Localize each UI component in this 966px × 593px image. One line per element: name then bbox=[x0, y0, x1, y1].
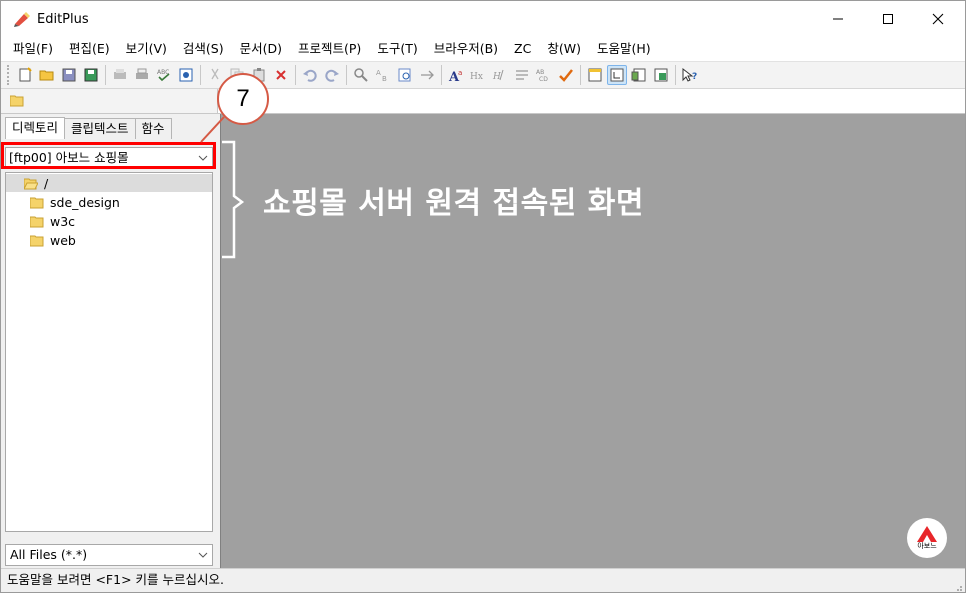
minimize-button[interactable] bbox=[813, 1, 863, 37]
go-to-line-icon[interactable] bbox=[417, 65, 437, 85]
svg-text:Hx: Hx bbox=[470, 72, 483, 82]
toolbar-separator bbox=[346, 65, 347, 85]
tree-item-label: web bbox=[50, 232, 76, 248]
tree-item-w3c[interactable]: w3c bbox=[6, 212, 75, 230]
brand-logo: 아보느 bbox=[907, 518, 947, 558]
menu-search[interactable]: 검색(S) bbox=[175, 38, 232, 60]
menu-browser[interactable]: 브라우저(B) bbox=[426, 38, 506, 60]
directory-panel: 디렉토리 클립텍스트 함수 [ftp00] 아보느 쇼핑몰 / sde_desi… bbox=[1, 114, 217, 568]
title-bar: EditPlus bbox=[1, 1, 965, 37]
folder-icon[interactable] bbox=[9, 94, 24, 110]
svg-text:CD: CD bbox=[539, 76, 548, 83]
close-button[interactable] bbox=[913, 1, 963, 37]
menu-edit[interactable]: 편집(E) bbox=[61, 38, 118, 60]
menu-zc[interactable]: ZC bbox=[506, 38, 539, 60]
tab-directory[interactable]: 디렉토리 bbox=[5, 117, 66, 139]
annotation-caption: 쇼핑몰 서버 원격 접속된 화면 bbox=[263, 186, 644, 221]
brand-logo-mark bbox=[917, 525, 937, 542]
svg-text:H: H bbox=[492, 72, 501, 82]
print-icon[interactable] bbox=[132, 65, 152, 85]
svg-text:AB: AB bbox=[536, 69, 544, 76]
toolbar-separator bbox=[580, 65, 581, 85]
word-wrap-icon[interactable] bbox=[512, 65, 532, 85]
tab-functions[interactable]: 함수 bbox=[134, 118, 172, 139]
check-icon[interactable] bbox=[556, 65, 576, 85]
svg-text:a: a bbox=[458, 69, 462, 77]
find-in-files-icon[interactable] bbox=[395, 65, 415, 85]
menu-project[interactable]: 프로젝트(P) bbox=[290, 38, 369, 60]
step-number-badge: 7 bbox=[217, 73, 269, 125]
svg-text:?: ? bbox=[692, 72, 697, 82]
step-number: 7 bbox=[236, 85, 250, 112]
output-window-icon[interactable] bbox=[651, 65, 671, 85]
delete-icon[interactable] bbox=[271, 65, 291, 85]
tab-cliptext[interactable]: 클립텍스트 bbox=[64, 118, 136, 139]
toolbar-separator bbox=[295, 65, 296, 85]
menu-file[interactable]: 파일(F) bbox=[5, 38, 61, 60]
status-bar: 도움말을 보려면 <F1> 키를 누르십시오. bbox=[1, 568, 965, 593]
folder-icon bbox=[29, 234, 44, 247]
save-all-icon[interactable] bbox=[81, 65, 101, 85]
editplus-app-icon bbox=[13, 11, 31, 27]
folder-icon bbox=[29, 215, 44, 228]
tree-item-web[interactable]: web bbox=[6, 231, 76, 249]
menu-tools[interactable]: 도구(T) bbox=[369, 38, 425, 60]
panel-tabs: 디렉토리 클립텍스트 함수 bbox=[5, 117, 172, 139]
line-number-icon[interactable]: AB CD bbox=[534, 65, 554, 85]
browser-preview-icon[interactable] bbox=[176, 65, 196, 85]
maximize-button[interactable] bbox=[863, 1, 913, 37]
window-icon[interactable] bbox=[585, 65, 605, 85]
file-filter-value: All Files (*.*) bbox=[10, 547, 88, 562]
editplus-window: EditPlus 파일(F) 편집(E) 보기(V) 검색(S) 문서(D) 프… bbox=[0, 0, 966, 593]
status-text: 도움말을 보려면 <F1> 키를 누르십시오. bbox=[7, 572, 224, 587]
redo-icon[interactable] bbox=[322, 65, 342, 85]
directory-tree: / sde_design w3c web bbox=[5, 172, 213, 532]
menu-view[interactable]: 보기(V) bbox=[118, 38, 175, 60]
menu-help[interactable]: 도움말(H) bbox=[589, 38, 659, 60]
replace-icon[interactable]: AB bbox=[373, 65, 393, 85]
font-icon[interactable]: Aa bbox=[446, 65, 466, 85]
tree-item-label: w3c bbox=[50, 213, 76, 229]
tree-item-label: / bbox=[44, 175, 49, 191]
svg-text:A: A bbox=[376, 69, 381, 77]
tree-item-sde-design[interactable]: sde_design bbox=[6, 193, 120, 211]
toolbar-separator bbox=[105, 65, 106, 85]
menu-bar: 파일(F) 편집(E) 보기(V) 검색(S) 문서(D) 프로젝트(P) 도구… bbox=[1, 37, 965, 61]
main-toolbar: ABC AB Aa Hx H AB CD ? bbox=[1, 61, 965, 89]
open-folder-icon bbox=[23, 177, 39, 190]
context-help-icon[interactable]: ? bbox=[680, 65, 700, 85]
document-tabs-area bbox=[217, 89, 965, 113]
brand-logo-text: 아보느 bbox=[917, 541, 937, 550]
directory-window-icon[interactable] bbox=[629, 65, 649, 85]
resize-grip-icon[interactable] bbox=[953, 580, 963, 593]
location-highlight-box bbox=[1, 142, 216, 169]
document-bar bbox=[1, 89, 965, 114]
heading-icon[interactable]: Hx bbox=[468, 65, 488, 85]
window-title: EditPlus bbox=[37, 12, 89, 27]
find-icon[interactable] bbox=[351, 65, 371, 85]
html-toolbar-icon[interactable]: H bbox=[490, 65, 510, 85]
toolbar-separator bbox=[200, 65, 201, 85]
save-icon[interactable] bbox=[59, 65, 79, 85]
svg-text:B: B bbox=[382, 75, 387, 83]
word-wrap-toggle-icon[interactable] bbox=[607, 65, 627, 85]
folder-icon bbox=[29, 196, 44, 209]
toolbar-grip[interactable] bbox=[7, 65, 10, 85]
file-filter-dropdown[interactable]: All Files (*.*) bbox=[5, 544, 213, 566]
spellcheck-icon[interactable]: ABC bbox=[154, 65, 174, 85]
tree-item-root[interactable]: / bbox=[6, 174, 212, 192]
menu-document[interactable]: 문서(D) bbox=[232, 38, 290, 60]
print-preview-icon[interactable] bbox=[110, 65, 130, 85]
tree-item-label: sde_design bbox=[50, 194, 120, 210]
toolbar-separator bbox=[675, 65, 676, 85]
undo-icon[interactable] bbox=[300, 65, 320, 85]
open-file-icon[interactable] bbox=[37, 65, 57, 85]
new-file-icon[interactable] bbox=[15, 65, 35, 85]
menu-window[interactable]: 창(W) bbox=[539, 38, 589, 60]
toolbar-separator bbox=[441, 65, 442, 85]
